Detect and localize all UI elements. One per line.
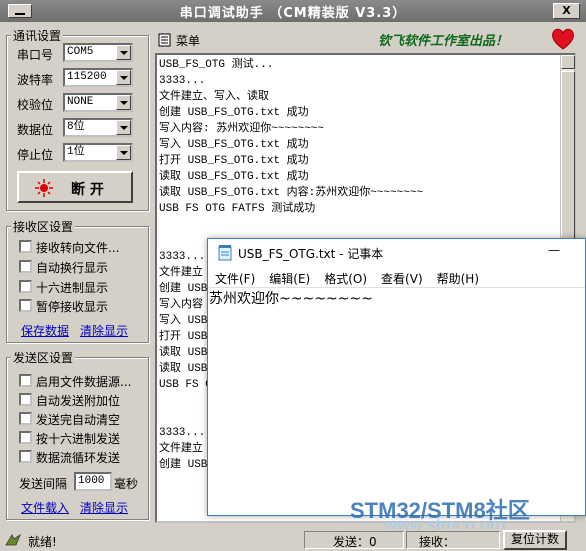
status-text: 就绪! bbox=[28, 535, 57, 549]
checkbox-pause-display[interactable] bbox=[19, 299, 32, 312]
parity-label: 校验位 bbox=[17, 98, 54, 112]
send-interval-unit: 毫秒 bbox=[114, 477, 139, 491]
checkbox-auto-clear[interactable] bbox=[19, 412, 32, 425]
notepad-content: 苏州欢迎你~~~~~~~~ bbox=[209, 291, 373, 307]
clear-send-link[interactable]: 清除显示 bbox=[80, 499, 128, 516]
notepad-window: USB_FS_OTG.txt - 记事本 — 文件(F) 编辑(E) 格式(O) 查看… bbox=[207, 238, 586, 516]
close-button[interactable]: X bbox=[553, 3, 580, 19]
status-bar: 就绪! 发送：0 接收：337032 复位计数 bbox=[0, 529, 586, 551]
port-select[interactable]: COM5 bbox=[63, 43, 133, 62]
send-interval-label: 发送间隔 bbox=[19, 477, 68, 491]
window-title: 串口调试助手 （CM精装版 V3.3） bbox=[179, 6, 407, 21]
port-label: 串口号 bbox=[17, 48, 54, 62]
option-auto-wrap: 自动换行显示 bbox=[36, 261, 109, 275]
title-bar: 串口调试助手 （CM精装版 V3.3） X bbox=[0, 0, 586, 22]
stopbits-label: 停止位 bbox=[17, 148, 54, 162]
baudrate-select[interactable]: 115200 bbox=[63, 68, 133, 87]
checkbox-file-source[interactable] bbox=[19, 374, 32, 387]
option-loop-send: 数据流循环发送 bbox=[36, 451, 121, 465]
option-hex-display: 十六进制显示 bbox=[36, 281, 109, 295]
chevron-down-icon[interactable] bbox=[116, 70, 131, 85]
sent-counter: 发送：0 bbox=[304, 531, 404, 549]
heart-icon bbox=[552, 28, 574, 50]
menu-view[interactable]: 查看(V) bbox=[381, 272, 423, 286]
option-auto-clear: 发送完自动清空 bbox=[36, 413, 121, 427]
menu-help[interactable]: 帮助(H) bbox=[437, 272, 479, 286]
databits-select[interactable]: 8位 bbox=[63, 118, 133, 137]
send-settings-title: 发送区设置 bbox=[11, 349, 76, 366]
disconnect-button[interactable]: 断 开 bbox=[17, 171, 133, 203]
receive-settings-title: 接收区设置 bbox=[11, 218, 76, 235]
checkbox-hex-display[interactable] bbox=[19, 280, 32, 293]
load-file-link[interactable]: 文件载入 bbox=[21, 499, 69, 516]
menu-icon bbox=[158, 33, 171, 47]
brand-text: 钦飞软件工作室出品！ bbox=[378, 34, 509, 49]
notepad-title: USB_FS_OTG.txt - 记事本 bbox=[238, 247, 384, 261]
checkbox-append-bit[interactable] bbox=[19, 393, 32, 406]
status-icon bbox=[5, 533, 21, 546]
option-hex-send: 按十六进制发送 bbox=[36, 432, 121, 446]
option-append-bit: 自动发送附加位 bbox=[36, 394, 121, 408]
chevron-down-icon[interactable] bbox=[116, 95, 131, 110]
option-file-source: 启用文件数据源... bbox=[36, 375, 132, 389]
menu-edit[interactable]: 编辑(E) bbox=[269, 272, 310, 286]
status-light-icon bbox=[35, 179, 53, 197]
clear-receive-link[interactable]: 清除显示 bbox=[80, 322, 128, 339]
chevron-down-icon[interactable] bbox=[116, 45, 131, 60]
menu-format[interactable]: 格式(O) bbox=[324, 272, 367, 286]
received-counter: 接收：337032 bbox=[406, 531, 500, 551]
option-receive-to-file: 接收转向文件... bbox=[36, 241, 120, 255]
save-data-link[interactable]: 保存数据 bbox=[21, 322, 69, 339]
scroll-up-button[interactable] bbox=[561, 55, 575, 69]
chevron-down-icon[interactable] bbox=[116, 145, 131, 160]
checkbox-hex-send[interactable] bbox=[19, 431, 32, 444]
serial-settings-title: 通讯设置 bbox=[11, 27, 64, 44]
notepad-editor[interactable]: 苏州欢迎你~~~~~~~~ bbox=[208, 287, 585, 515]
send-interval-input[interactable]: 1000 bbox=[74, 472, 112, 491]
chevron-down-icon[interactable] bbox=[116, 120, 131, 135]
parity-select[interactable]: NONE bbox=[63, 93, 133, 112]
reset-count-button[interactable]: 复位计数 bbox=[503, 530, 567, 550]
disconnect-label: 断 开 bbox=[71, 182, 104, 198]
checkbox-receive-to-file[interactable] bbox=[19, 240, 32, 253]
baudrate-label: 波特率 bbox=[17, 73, 54, 87]
checkbox-loop-send[interactable] bbox=[19, 450, 32, 463]
notepad-icon bbox=[218, 245, 232, 261]
checkbox-auto-wrap[interactable] bbox=[19, 260, 32, 273]
notepad-minimize-button[interactable]: — bbox=[548, 243, 560, 257]
notepad-menu-bar: 文件(F) 编辑(E) 格式(O) 查看(V) 帮助(H) bbox=[208, 267, 585, 287]
option-pause-display: 暂停接收显示 bbox=[36, 300, 109, 314]
menu-file[interactable]: 文件(F) bbox=[215, 272, 255, 286]
notepad-title-bar: USB_FS_OTG.txt - 记事本 — bbox=[208, 239, 585, 267]
databits-label: 数据位 bbox=[17, 123, 54, 137]
stopbits-select[interactable]: 1位 bbox=[63, 143, 133, 162]
menu-label: 菜单 bbox=[176, 34, 201, 48]
